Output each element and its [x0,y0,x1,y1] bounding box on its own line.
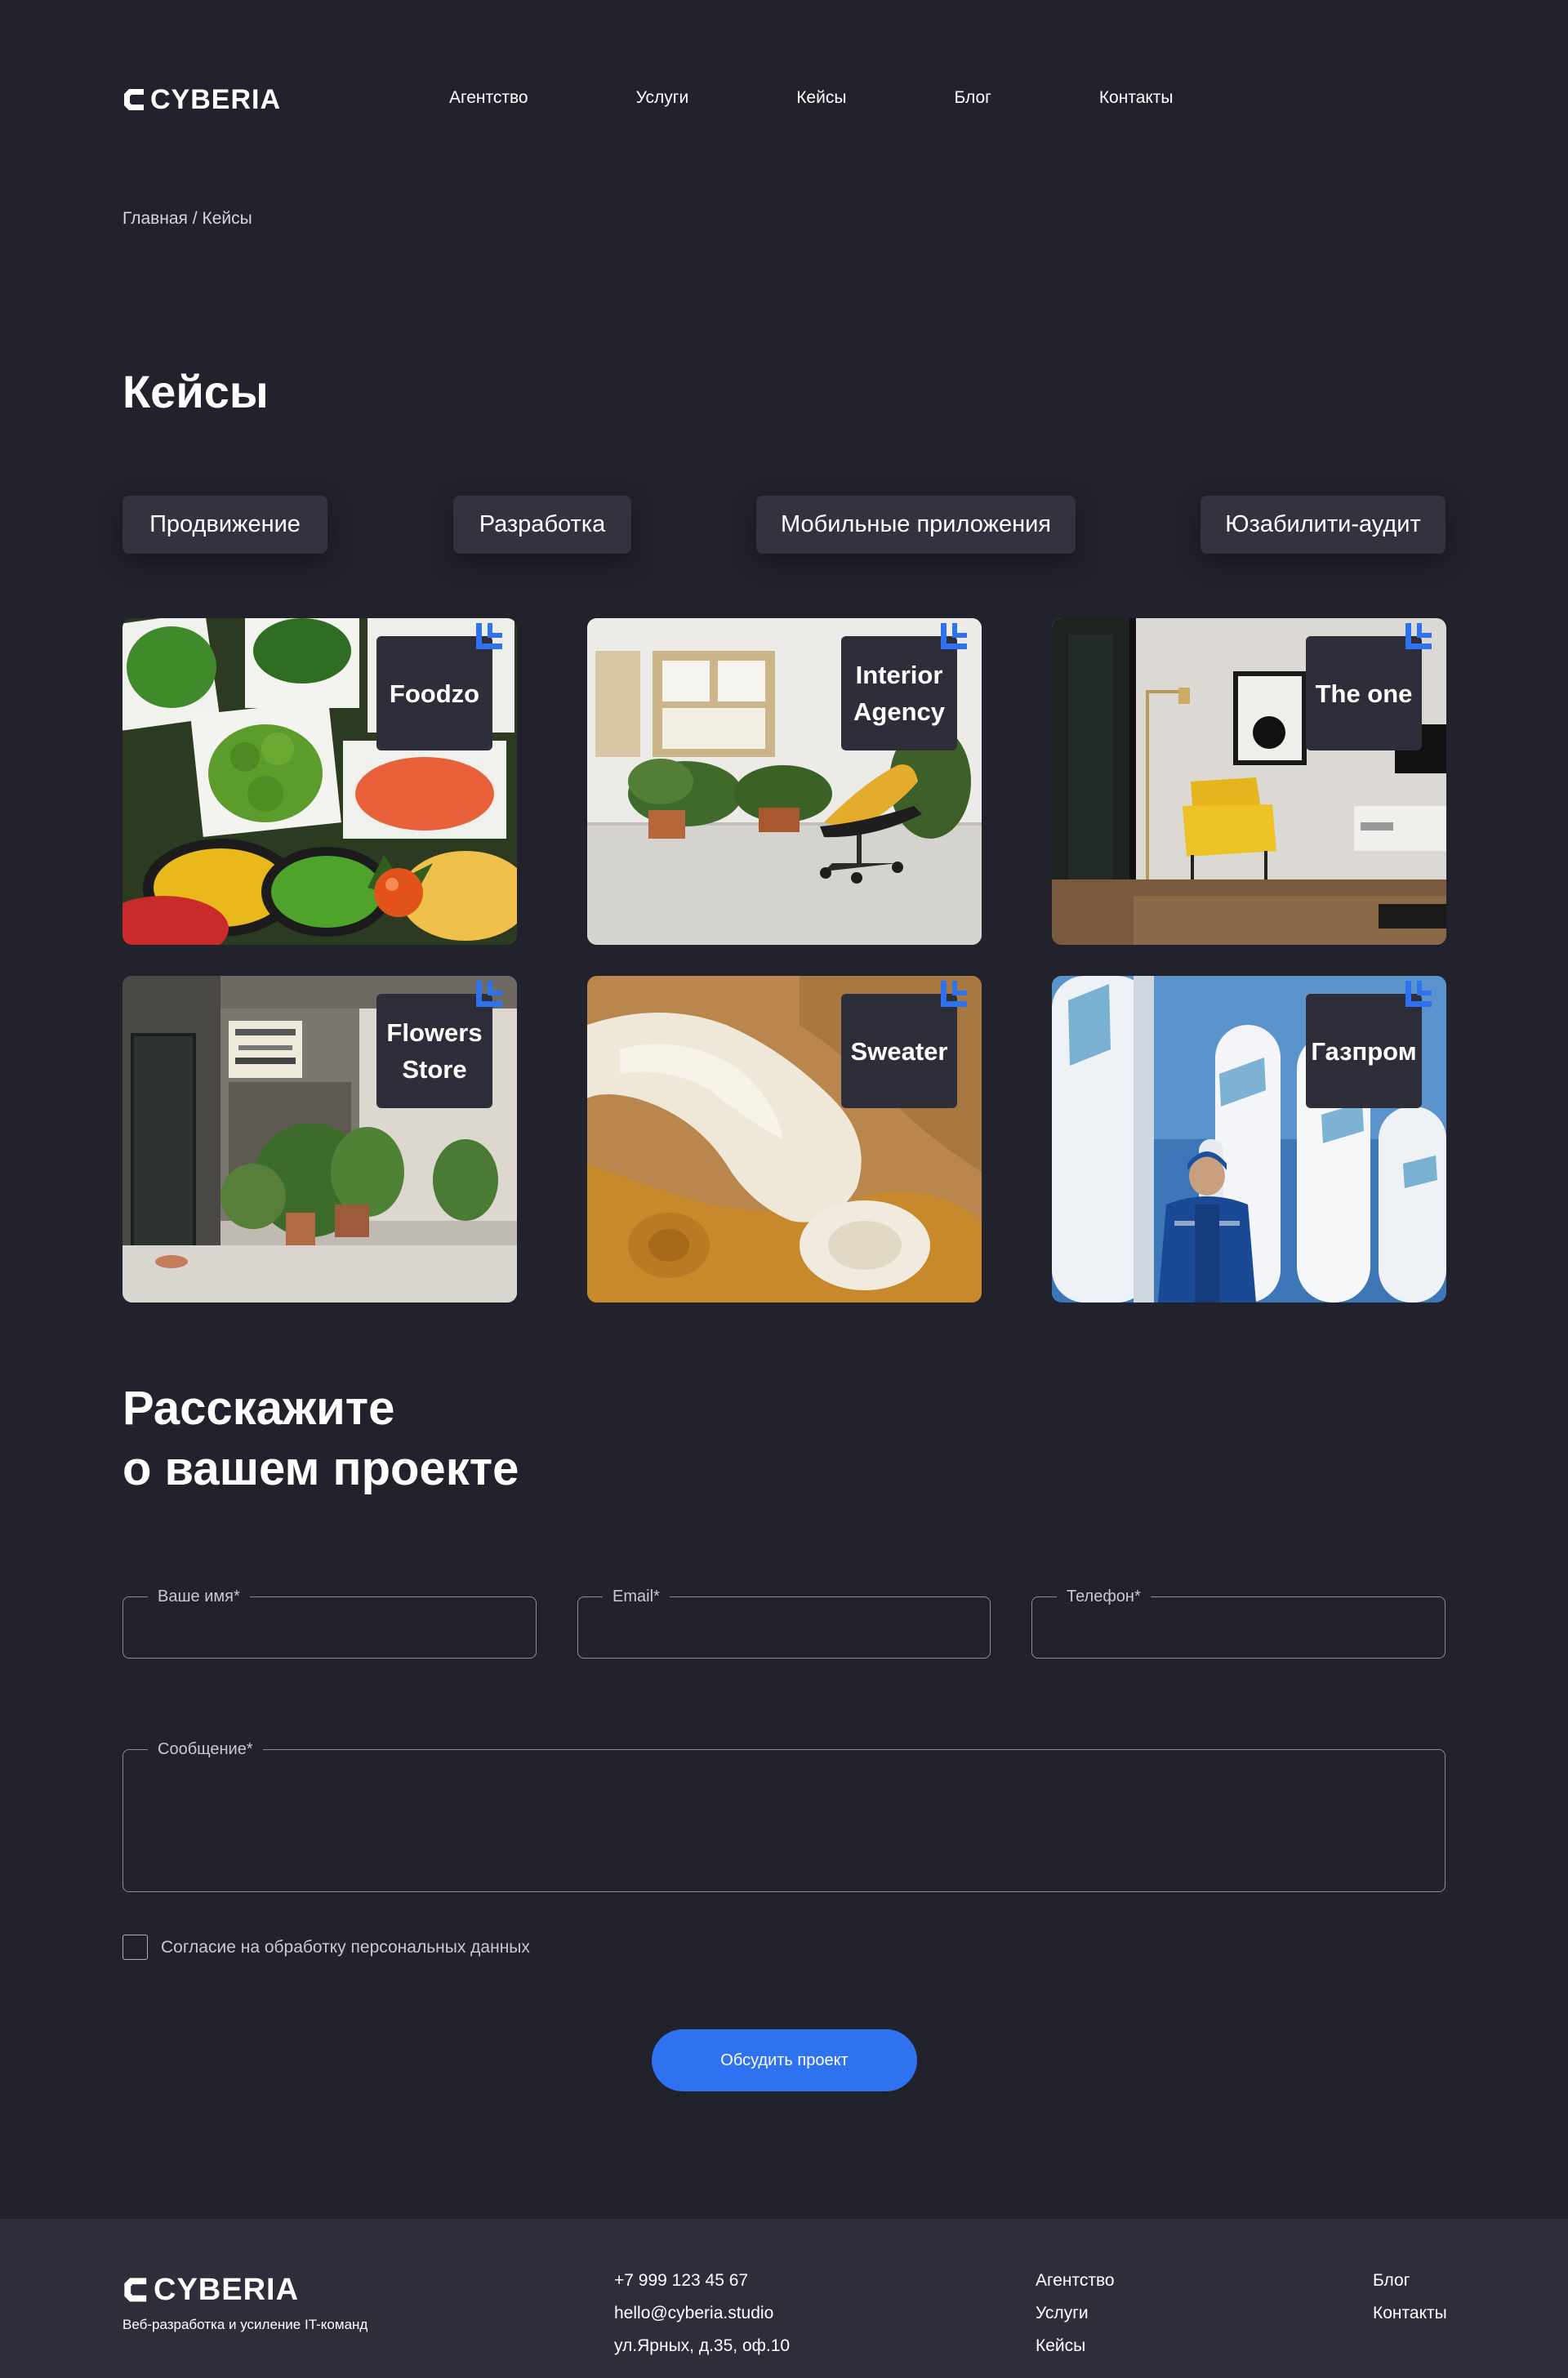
case-card-foodzo[interactable]: Foodzo [122,618,517,945]
footer-link-services[interactable]: Услуги [1036,2297,1115,2330]
page-title: Кейсы [122,366,269,417]
nav-link-services[interactable]: Услуги [636,88,689,108]
consent-checkbox[interactable] [122,1935,148,1960]
corner-bracket-icon [941,981,967,1007]
nav-link-contacts[interactable]: Контакты [1099,88,1174,108]
nav-link-cases[interactable]: Кейсы [796,88,846,108]
name-field-label: Ваше имя* [148,1586,250,1607]
message-field-label: Сообщение* [148,1739,263,1760]
corner-bracket-icon [476,981,502,1007]
footer-link-cases[interactable]: Кейсы [1036,2330,1115,2362]
corner-bracket-icon [1405,623,1432,649]
corner-bracket-icon [1405,981,1432,1007]
logo-text: CYBERIA [150,84,282,115]
case-card-the-one[interactable]: The one [1052,618,1446,945]
logo-mark-icon [124,2278,147,2302]
nav-link-blog[interactable]: Блог [954,88,991,108]
consent-label: Согласие на обработку персональных данны… [161,1938,530,1957]
breadcrumb-current: Кейсы [202,209,252,228]
footer-email[interactable]: hello@cyberia.studio [614,2297,790,2330]
form-title: Расскажите о вашем проекте [122,1382,519,1495]
filter-development[interactable]: Разработка [453,496,631,554]
case-card-sweater[interactable]: Sweater [587,976,982,1303]
footer-address: ул.Ярных, д.35, оф.10 [614,2336,791,2355]
logo-mark-icon [124,89,144,110]
breadcrumb-separator: / [192,209,198,228]
case-card-interior-agency[interactable]: Interior Agency [587,618,982,945]
name-field[interactable]: Ваше имя* [122,1586,537,1659]
case-card-gazprom[interactable]: Газпром [1052,976,1446,1303]
breadcrumb: Главная / Кейсы [122,209,252,229]
footer-phone[interactable]: +7 999 123 45 67 [614,2264,790,2297]
footer-contacts: +7 999 123 45 67 hello@cyberia.studio ул… [614,2264,790,2362]
filter-promotion[interactable]: Продвижение [122,496,327,554]
footer-logo[interactable]: CYBERIA [122,2273,300,2307]
filter-mobile-apps[interactable]: Мобильные приложения [756,496,1076,554]
phone-field[interactable]: Телефон* [1031,1586,1446,1659]
submit-button[interactable]: Обсудить проект [652,2029,917,2091]
footer-links-col2: Блог Контакты [1373,2264,1447,2330]
phone-field-label: Телефон* [1057,1586,1151,1607]
case-card-flowers-store[interactable]: Flowers Store [122,976,517,1303]
email-field[interactable]: Email* [577,1586,991,1659]
breadcrumb-home[interactable]: Главная [122,209,188,228]
email-field-label: Email* [603,1586,670,1607]
footer-link-blog[interactable]: Блог [1373,2264,1447,2297]
main-nav: Агентство Услуги Кейсы Блог Контакты [449,88,1174,108]
footer-link-agency[interactable]: Агентство [1036,2264,1115,2297]
corner-bracket-icon [476,623,502,649]
corner-bracket-icon [941,623,967,649]
footer-tagline: Веб-разработка и усиление IT-команд [122,2317,368,2332]
logo[interactable]: CYBERIA [122,85,281,114]
footer-link-contacts[interactable]: Контакты [1373,2297,1447,2330]
footer-logo-text: CYBERIA [154,2273,300,2307]
footer-links-col1: Агентство Услуги Кейсы [1036,2264,1115,2362]
filter-usability-audit[interactable]: Юзабилити-аудит [1200,496,1446,554]
nav-link-agency[interactable]: Агентство [449,88,528,108]
message-field[interactable]: Сообщение* [122,1739,1446,1892]
